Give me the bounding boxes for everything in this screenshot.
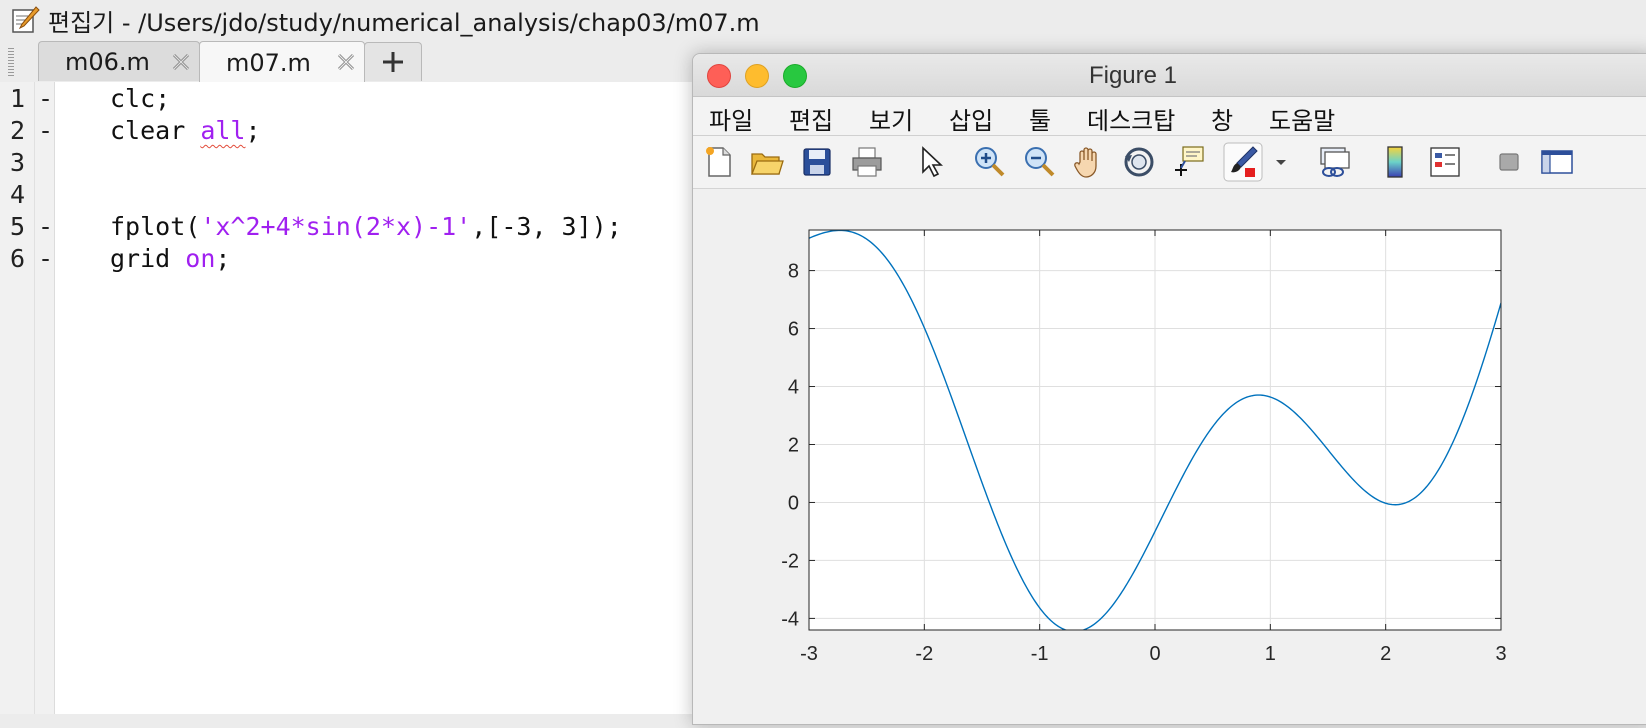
tab-m07-label: m07.m [226,48,311,77]
code-token: ; [215,244,231,273]
code-text: fplot('x^2+4*sin(2*x)-1',[-3, 3]); [110,212,622,241]
link-plot-icon[interactable] [1315,144,1351,180]
tab-m06[interactable]: m06.m [38,41,200,81]
x-tick-label: -3 [800,643,818,665]
menu-help[interactable]: 도움말 [1269,101,1335,136]
line-number: 5 [10,212,26,241]
code-line[interactable]: 1- clc; [0,84,700,116]
print-icon[interactable] [849,144,885,180]
y-tick-label: -4 [781,608,799,630]
menu-desktop[interactable]: 데스크탑 [1087,101,1175,136]
code-line[interactable]: 6- grid on; [0,244,700,276]
x-tick-label: 3 [1495,643,1506,665]
figure-window: Figure 1 파일 편집 보기 삽입 툴 데스크탑 창 도움말 -3 -2 … [692,53,1646,725]
editor-app-icon [12,6,40,33]
pointer-icon[interactable] [913,144,949,180]
tab-m06-label: m06.m [65,47,150,76]
code-token: clc; [110,84,171,113]
x-tick-label: 2 [1380,643,1391,665]
tab-m07[interactable]: m07.m [199,41,365,83]
tab-bar-grip[interactable] [8,48,14,76]
line-number: 4 [10,180,26,209]
y-tick-label: -2 [781,550,799,572]
keyword-token: on [185,244,216,273]
show-plot-tools-icon[interactable] [1539,144,1575,180]
breakpoint-marker[interactable]: - [38,212,53,241]
pan-hand-icon[interactable] [1071,144,1107,180]
fplot-chart[interactable]: -3 -2 -1 0 1 2 3 -4 -2 0 2 4 6 8 [693,189,1646,724]
menu-file[interactable]: 파일 [709,101,753,136]
menu-view[interactable]: 보기 [869,101,913,136]
breakpoint-marker[interactable]: - [38,244,53,273]
menu-edit[interactable]: 편집 [789,101,833,136]
code-token: grid [110,244,186,273]
x-tick-label: 1 [1265,643,1276,665]
data-cursor-icon[interactable] [1171,144,1207,180]
new-file-icon[interactable] [701,144,737,180]
code-text: grid on; [110,244,230,273]
menu-tools[interactable]: 툴 [1029,101,1051,136]
code-text: clc; [110,84,170,113]
add-tab-button[interactable] [364,42,422,81]
figure-title: Figure 1 [1088,62,1178,89]
y-tick-label: 4 [788,377,799,399]
colorbar-icon[interactable] [1377,144,1413,180]
close-tab-m06-icon[interactable] [171,52,191,72]
breakpoint-marker[interactable]: - [38,84,53,113]
x-tick-label: 0 [1149,643,1160,665]
code-text: clear all; [110,116,261,145]
plus-icon [383,52,403,72]
figure-titlebar: Figure 1 [693,54,1646,97]
y-tick-label: 0 [788,492,799,514]
close-tab-m07-icon[interactable] [336,52,356,72]
code-editor[interactable]: 1- clc; 2- clear all; 3 4 5- fplot('x^2+4*sin(2… [0,82,700,714]
line-number: 3 [10,148,26,177]
y-tick-label: 6 [788,319,799,341]
save-icon[interactable] [799,144,835,180]
line-number: 6 [10,244,26,273]
breakpoint-marker[interactable]: - [38,116,53,145]
y-tick-label: 2 [788,434,799,456]
string-literal: 'x^2+4*sin(2*x)-1' [200,212,472,241]
x-tick-label: -1 [1031,643,1049,665]
plot-canvas: -3 -2 -1 0 1 2 3 -4 -2 0 2 4 6 8 [693,189,1646,724]
dropdown-arrow-icon[interactable] [1273,144,1289,180]
x-tick-label: -2 [915,643,933,665]
y-tick-label: 8 [788,261,799,283]
editor-window-title: 편집기 - /Users/jdo/study/numerical_analysi… [48,8,760,37]
code-line[interactable]: 3 [0,148,700,180]
code-token: ,[-3, 3]); [471,212,622,241]
legend-icon[interactable] [1427,144,1463,180]
line-number: 1 [10,84,26,113]
editor-titlebar: 편집기 - /Users/jdo/study/numerical_analysi… [0,0,1646,41]
keyword-token: all [200,116,246,145]
menu-window[interactable]: 창 [1211,101,1233,136]
code-line[interactable]: 5- fplot('x^2+4*sin(2*x)-1',[-3, 3]); [0,212,700,244]
open-folder-icon[interactable] [749,144,785,180]
menu-insert[interactable]: 삽입 [949,101,993,136]
code-token: ; [245,116,261,145]
line-number: 2 [10,116,26,145]
code-line[interactable]: 4 [0,180,700,212]
code-token: clear [110,116,201,145]
figure-menubar: 파일 편집 보기 삽입 툴 데스크탑 창 도움말 [693,97,1646,136]
rotate-3d-icon[interactable] [1121,144,1157,180]
brush-icon[interactable] [1223,142,1263,182]
zoom-out-icon[interactable] [1021,144,1057,180]
code-token: fplot( [110,212,201,241]
hide-plot-tools-icon[interactable] [1491,144,1527,180]
figure-toolbar [693,136,1646,189]
zoom-in-icon[interactable] [971,144,1007,180]
code-line[interactable]: 2- clear all; [0,116,700,148]
